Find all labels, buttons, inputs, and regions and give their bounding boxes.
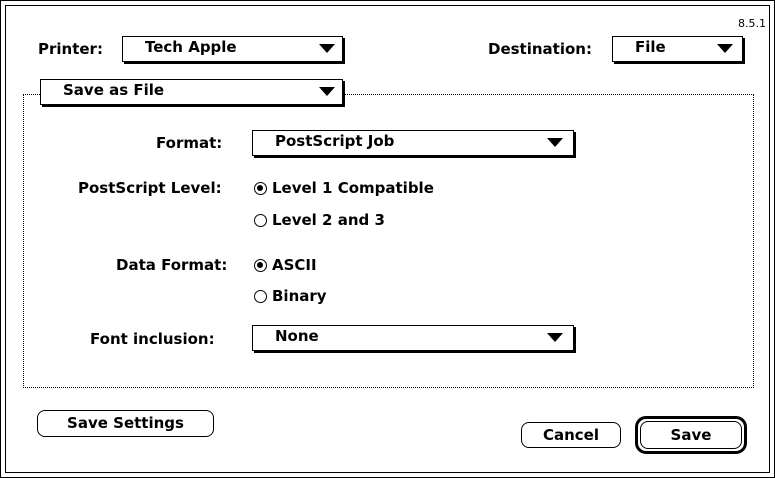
cancel-button[interactable]: Cancel [521, 422, 621, 448]
version-label: 8.5.1 [738, 17, 766, 30]
printer-popup[interactable]: Tech Apple [122, 36, 343, 62]
chevron-down-icon [547, 138, 563, 147]
radio-ascii-label[interactable]: ASCII [272, 256, 317, 274]
destination-label: Destination: [488, 40, 592, 58]
chevron-down-icon [319, 87, 335, 96]
radio-level-1[interactable] [254, 182, 267, 195]
font-inclusion-label: Font inclusion: [90, 330, 215, 348]
radio-level-2-3-label[interactable]: Level 2 and 3 [272, 211, 385, 229]
printer-popup-value: Tech Apple [145, 38, 237, 56]
radio-selected-dot [257, 185, 263, 191]
postscript-level-label: PostScript Level: [78, 179, 222, 197]
chevron-down-icon [319, 44, 335, 53]
destination-popup[interactable]: File [612, 36, 743, 62]
save-settings-button[interactable]: Save Settings [37, 410, 214, 437]
save-button[interactable]: Save [640, 421, 742, 449]
font-inclusion-popup[interactable]: None [252, 325, 574, 351]
chevron-down-icon [717, 44, 733, 53]
radio-level-2-3[interactable] [254, 214, 267, 227]
radio-ascii[interactable] [254, 259, 267, 272]
radio-binary-label[interactable]: Binary [272, 287, 327, 305]
panel-popup-value: Save as File [63, 81, 165, 99]
font-inclusion-popup-value: None [275, 327, 319, 345]
destination-popup-value: File [635, 38, 666, 56]
radio-binary[interactable] [254, 290, 267, 303]
panel-popup[interactable]: Save as File [40, 79, 343, 105]
printer-label: Printer: [38, 40, 103, 58]
format-label: Format: [156, 134, 223, 152]
format-popup-value: PostScript Job [275, 132, 395, 150]
chevron-down-icon [547, 333, 563, 342]
radio-selected-dot [257, 262, 263, 268]
data-format-label: Data Format: [116, 256, 228, 274]
radio-level-1-label[interactable]: Level 1 Compatible [272, 179, 434, 197]
format-popup[interactable]: PostScript Job [252, 130, 574, 156]
